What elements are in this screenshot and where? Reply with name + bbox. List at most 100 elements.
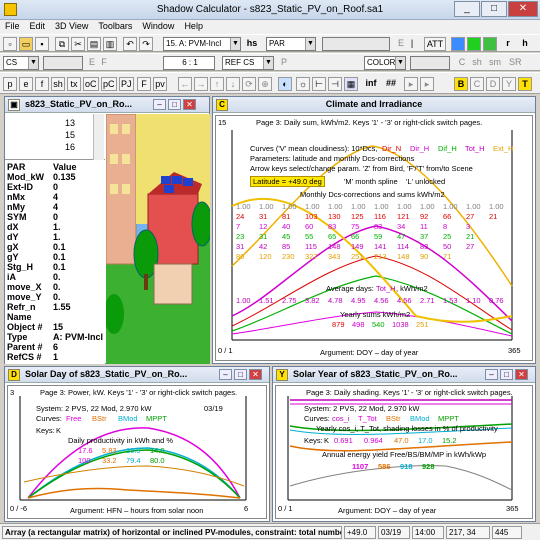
tool-pj-button[interactable]: PJ — [119, 77, 134, 91]
tool-tx-button[interactable]: tx — [67, 77, 81, 91]
param-value[interactable]: 0. — [53, 272, 61, 282]
att-button[interactable]: ATT — [424, 37, 446, 51]
save-icon[interactable]: ▪ — [35, 37, 49, 51]
param-value[interactable]: 0 — [53, 212, 58, 222]
delete-icon[interactable]: ▥ — [103, 37, 117, 51]
tree-scrollbar[interactable] — [93, 114, 104, 160]
window-c-button[interactable]: C — [470, 77, 484, 91]
param-value[interactable]: 0.1 — [53, 262, 66, 272]
window-b-button[interactable]: B — [454, 77, 468, 91]
paste-icon[interactable]: ▤ — [87, 37, 101, 51]
arrow-left-icon[interactable]: ← — [178, 77, 192, 91]
param-value[interactable]: 4 — [53, 202, 58, 212]
menu-help[interactable]: Help — [179, 20, 208, 32]
tool-oc-button[interactable]: oC — [83, 77, 99, 91]
new-file-icon[interactable]: ▫ — [3, 37, 17, 51]
scale-field[interactable]: 6 : 1 — [163, 56, 215, 70]
climate-plot[interactable]: 15 Page 3: Daily sum, kWh/m2. Keys '1' -… — [215, 115, 533, 361]
obj-minimize-button[interactable]: – — [153, 99, 166, 110]
param-value[interactable]: 4 — [53, 192, 58, 202]
measure-icon[interactable]: ⊣ — [328, 77, 342, 91]
param-value[interactable]: 0.1 — [53, 242, 66, 252]
scene-3d-view[interactable] — [106, 114, 210, 364]
window-d-button[interactable]: D — [486, 77, 500, 91]
day-close-button[interactable]: ✕ — [249, 369, 262, 380]
param-value[interactable]: 1.55 — [53, 302, 71, 312]
year-restore-button[interactable]: □ — [500, 369, 513, 380]
grid-green-icon[interactable] — [467, 37, 481, 51]
tree-item[interactable]: 16 — [65, 142, 75, 152]
arrow-up-icon[interactable]: ↑ — [210, 77, 224, 91]
param-value[interactable]: 6 — [53, 342, 58, 352]
latitude-param[interactable]: Latitude = +49.0 deg — [250, 176, 325, 187]
sun-icon[interactable]: ☼ — [296, 77, 310, 91]
scene-icon[interactable]: ◐ — [278, 77, 292, 91]
object-tree[interactable]: 13 15 16 — [5, 114, 105, 160]
menu-edit[interactable]: Edit — [25, 20, 51, 32]
value-field[interactable] — [322, 37, 390, 51]
obj-restore-button[interactable]: □ — [168, 99, 181, 110]
cs-select[interactable]: CS ▼ — [3, 56, 39, 70]
window-t-button[interactable]: T — [518, 77, 532, 91]
solar-day-plot[interactable]: 3 Page 3: Power, kW. Keys '1' - '3' or r… — [7, 385, 267, 519]
tool-e-button[interactable]: e — [19, 77, 33, 91]
par-select[interactable]: PAR ▼ — [266, 37, 316, 51]
year-minimize-button[interactable]: – — [485, 369, 498, 380]
param-value[interactable]: A: PVM-Incl — [53, 332, 103, 342]
param-value[interactable]: 0. — [53, 292, 61, 302]
rule-icon[interactable]: ⊢ — [312, 77, 326, 91]
color-value-field[interactable] — [410, 56, 450, 70]
menu-toolbars[interactable]: Toolbars — [93, 20, 137, 32]
rotate-icon[interactable]: ⟳ — [242, 77, 256, 91]
param-value[interactable]: 0.1 — [53, 252, 66, 262]
close-button[interactable]: ✕ — [508, 1, 538, 17]
param-value[interactable]: 1. — [53, 232, 61, 242]
param-value[interactable]: 0. — [53, 282, 61, 292]
menu-file[interactable]: File — [0, 20, 25, 32]
hash-button[interactable]: ## — [384, 77, 398, 91]
param-value[interactable]: 0.135 — [53, 172, 76, 182]
grid-split-icon[interactable] — [483, 37, 497, 51]
refcs-select[interactable]: REF CS ▼ — [222, 56, 274, 70]
r-button[interactable]: r — [501, 37, 515, 51]
open-folder-icon[interactable]: ▭ — [19, 37, 33, 51]
menu-window[interactable]: Window — [137, 20, 179, 32]
tool-b-icon[interactable]: ▸ — [420, 77, 434, 91]
undo-icon[interactable]: ↶ — [123, 37, 137, 51]
grid-blue-icon[interactable] — [451, 37, 465, 51]
maximize-button[interactable]: □ — [481, 1, 507, 17]
param-value[interactable]: 1. — [53, 222, 61, 232]
obj-close-button[interactable]: ✕ — [183, 99, 196, 110]
cut-icon[interactable]: ✂ — [71, 37, 85, 51]
year-close-button[interactable]: ✕ — [515, 369, 528, 380]
copy-icon[interactable]: ⧉ — [55, 37, 69, 51]
zoom-icon[interactable]: ⊕ — [258, 77, 272, 91]
tool-pv-button[interactable]: pv — [153, 77, 167, 91]
param-value[interactable]: 1 — [53, 352, 58, 362]
arrow-right-icon[interactable]: → — [194, 77, 208, 91]
param-value[interactable]: 0 — [53, 182, 58, 192]
object-select[interactable]: 15. A: PVM-Incl ▼ — [163, 37, 241, 51]
menu-3d-view[interactable]: 3D View — [50, 20, 93, 32]
cs-value-field[interactable] — [43, 56, 83, 70]
view-icon[interactable]: ▦ — [344, 77, 358, 91]
arrow-down-icon[interactable]: ↓ — [226, 77, 240, 91]
tool-sh-button[interactable]: sh — [51, 77, 65, 91]
tree-item[interactable]: 13 — [65, 118, 75, 128]
redo-icon[interactable]: ↷ — [139, 37, 153, 51]
param-value[interactable]: 15 — [53, 322, 63, 332]
day-minimize-button[interactable]: – — [219, 369, 232, 380]
color-select[interactable]: COLOR ▼ — [364, 56, 406, 70]
minimize-button[interactable]: _ — [454, 1, 480, 17]
tool-a-icon[interactable]: ▸ — [404, 77, 418, 91]
tool-p-button[interactable]: p — [3, 77, 17, 91]
tool-f-button[interactable]: f — [35, 77, 49, 91]
tool-f-upper-button[interactable]: F — [137, 77, 151, 91]
day-restore-button[interactable]: □ — [234, 369, 247, 380]
tree-item[interactable]: 15 — [65, 130, 75, 140]
inf-button[interactable]: inf — [364, 77, 378, 91]
window-y-button[interactable]: Y — [502, 77, 516, 91]
h-button[interactable]: h — [518, 37, 532, 51]
tool-pc-button[interactable]: pC — [101, 77, 117, 91]
solar-year-plot[interactable]: Page 3: Daily shading. Keys '1' - '3' or… — [275, 385, 533, 519]
